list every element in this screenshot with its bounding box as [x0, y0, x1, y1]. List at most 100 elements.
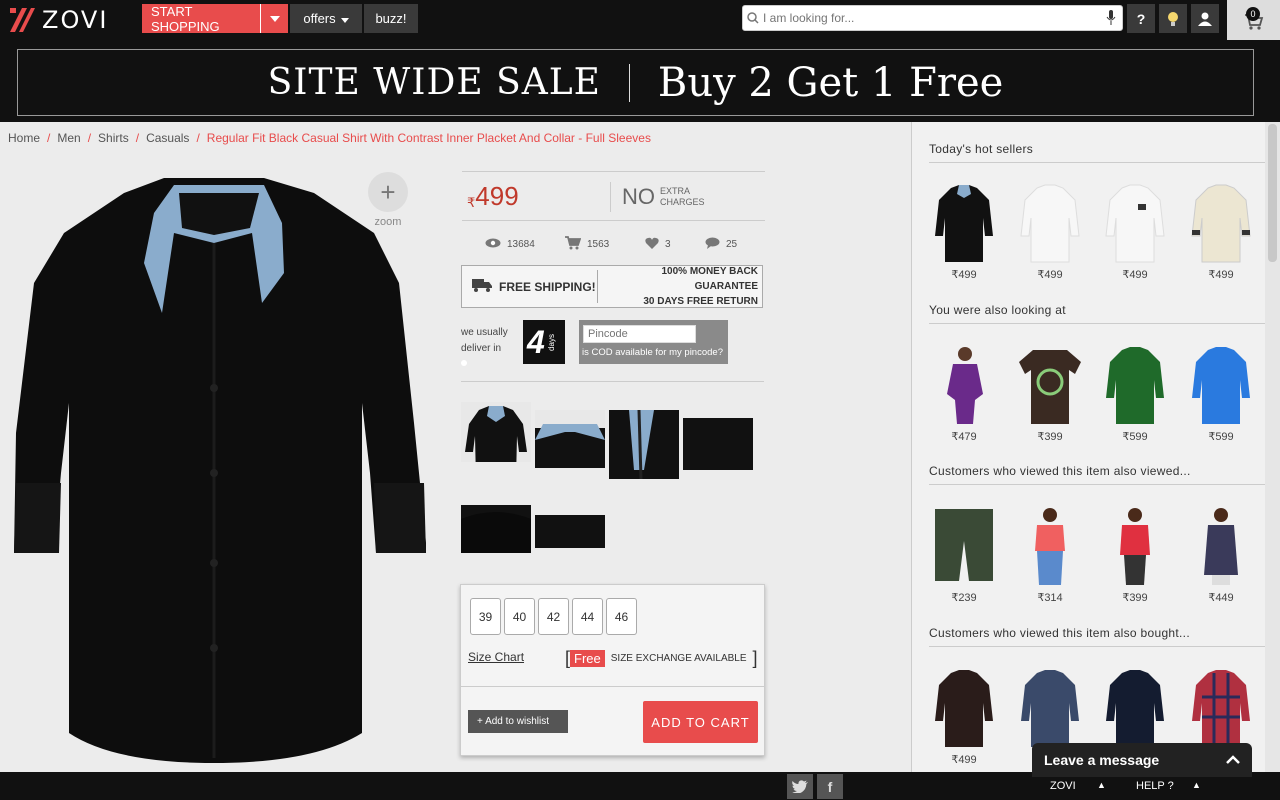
size-option-46[interactable]: 46: [606, 598, 637, 635]
add-to-cart-button[interactable]: ADD TO CART: [643, 701, 758, 743]
price-value: 479: [958, 431, 977, 443]
product-thumbnail-1[interactable]: [461, 402, 531, 462]
also-looking-item[interactable]: ₹399: [1015, 344, 1085, 444]
price-value: 449: [1215, 592, 1234, 604]
offers-menu[interactable]: offers: [290, 4, 362, 33]
cart-icon: [565, 236, 582, 253]
views-count: 13684: [507, 239, 535, 250]
leave-message-chat[interactable]: Leave a message: [1032, 743, 1252, 777]
also-viewed-item[interactable]: ₹239: [929, 505, 999, 605]
also-looking-item[interactable]: ₹479: [929, 344, 999, 444]
product-price: ₹399: [1015, 430, 1085, 443]
product-image: [1100, 505, 1170, 589]
price-value: 599: [1129, 431, 1148, 443]
size-exchange-label: SIZE EXCHANGE AVAILABLE: [610, 652, 747, 664]
scrollbar-thumb[interactable]: [1268, 124, 1277, 262]
hot-seller-item[interactable]: ₹499: [1100, 182, 1170, 282]
guarantee: 100% MONEY BACK GUARANTEE 30 DAYS FREE R…: [598, 264, 762, 309]
free-shipping: FREE SHIPPING!: [462, 270, 598, 303]
caret-down-icon[interactable]: [260, 4, 288, 33]
lightbulb-icon[interactable]: [1159, 4, 1187, 33]
twitter-icon[interactable]: [787, 774, 813, 799]
facebook-icon[interactable]: f: [817, 774, 843, 799]
size-option-42[interactable]: 42: [538, 598, 569, 635]
breadcrumb-home[interactable]: Home: [8, 131, 40, 145]
product-image: [929, 182, 999, 266]
size-option-44[interactable]: 44: [572, 598, 603, 635]
product-thumbnail-5[interactable]: [461, 505, 531, 553]
also-bought-item[interactable]: ₹499: [929, 667, 999, 767]
user-icon[interactable]: [1191, 4, 1219, 33]
price-value: 499: [958, 754, 977, 766]
sale-banner[interactable]: SITE WIDE SALE Buy 2 Get 1 Free: [17, 49, 1254, 116]
start-shopping-button[interactable]: START SHOPPING: [142, 4, 288, 34]
breadcrumb-current: Regular Fit Black Casual Shirt With Cont…: [206, 131, 651, 145]
scrollbar[interactable]: [1265, 122, 1280, 772]
also-looking-item[interactable]: ₹599: [1100, 344, 1170, 444]
carousel-dot[interactable]: [461, 360, 467, 366]
also-viewed-item[interactable]: ₹314: [1015, 505, 1085, 605]
banner-left-text: SITE WIDE SALE: [267, 62, 601, 103]
product-thumbnail-3[interactable]: [609, 410, 679, 479]
breadcrumb-shirts[interactable]: Shirts: [98, 131, 129, 145]
product-image: [929, 667, 999, 751]
hot-seller-item[interactable]: ₹499: [1186, 182, 1256, 282]
heart-icon: [645, 237, 659, 252]
product-price: ₹599: [1100, 430, 1170, 443]
price-value: 399: [1044, 431, 1063, 443]
product-image: [1015, 182, 1085, 266]
size-options: 39 40 42 44 46: [470, 598, 637, 635]
divider: [461, 381, 764, 382]
carts-stat: 1563: [565, 236, 645, 253]
search-input[interactable]: [763, 11, 1100, 25]
hot-seller-item[interactable]: ₹499: [929, 182, 999, 282]
section-title-hot-sellers: Today's hot sellers: [929, 142, 1034, 156]
extra-label: EXTRA: [660, 186, 691, 196]
product-stats: 13684 1563 3 25: [485, 236, 785, 253]
product-thumbnail-6[interactable]: [535, 515, 605, 548]
breadcrumb-casuals[interactable]: Casuals: [146, 131, 189, 145]
chevron-up-icon[interactable]: [1226, 751, 1240, 769]
search-bar: [742, 5, 1123, 31]
offers-label: offers: [303, 11, 336, 26]
cod-check-text: is COD available for my pincode?: [582, 347, 723, 358]
pincode-input[interactable]: [583, 325, 696, 343]
price-row: ₹499 NO EXTRA CHARGES: [462, 171, 765, 221]
product-image: [1186, 667, 1256, 751]
footer-zovi-link[interactable]: ZOVI: [1050, 780, 1076, 792]
microphone-icon[interactable]: [1100, 10, 1122, 26]
caret-up-icon[interactable]: ▲: [1097, 780, 1106, 790]
add-to-wishlist-button[interactable]: + Add to wishlist: [468, 710, 568, 733]
product-image: [1186, 505, 1256, 589]
bracket-right: ]: [752, 647, 758, 668]
product-thumbnail-2[interactable]: [535, 410, 605, 468]
product-price: ₹399: [1100, 591, 1170, 604]
brand-name: ZOVI: [42, 6, 109, 34]
free-size-exchange: [ Free SIZE EXCHANGE AVAILABLE ]: [565, 647, 758, 669]
size-option-40[interactable]: 40: [504, 598, 535, 635]
product-thumbnail-4[interactable]: [683, 418, 753, 470]
price-value: 314: [1044, 592, 1063, 604]
product-main-image[interactable]: [14, 173, 428, 763]
breadcrumb-men[interactable]: Men: [57, 131, 80, 145]
zovi-logo[interactable]: ZOVI: [8, 5, 108, 35]
caret-down-icon: [340, 11, 349, 26]
divider: [929, 323, 1265, 324]
comments-stat[interactable]: 25: [705, 236, 785, 253]
days-word: days: [546, 333, 556, 351]
divider: [929, 646, 1265, 647]
size-chart-link[interactable]: Size Chart: [468, 650, 524, 664]
also-looking-item[interactable]: ₹599: [1186, 344, 1256, 444]
zoom-plus-icon[interactable]: +: [368, 172, 408, 212]
also-viewed-item[interactable]: ₹399: [1100, 505, 1170, 605]
likes-stat[interactable]: 3: [645, 236, 705, 253]
caret-up-icon[interactable]: ▲: [1192, 780, 1201, 790]
hot-seller-item[interactable]: ₹499: [1015, 182, 1085, 282]
footer-help-link[interactable]: HELP ?: [1136, 780, 1174, 792]
help-icon[interactable]: ?: [1127, 4, 1155, 33]
product-image: [1186, 182, 1256, 266]
also-viewed-item[interactable]: ₹449: [1186, 505, 1256, 605]
size-option-39[interactable]: 39: [470, 598, 501, 635]
search-icon: [743, 12, 763, 24]
buzz-button[interactable]: buzz!: [364, 4, 418, 33]
